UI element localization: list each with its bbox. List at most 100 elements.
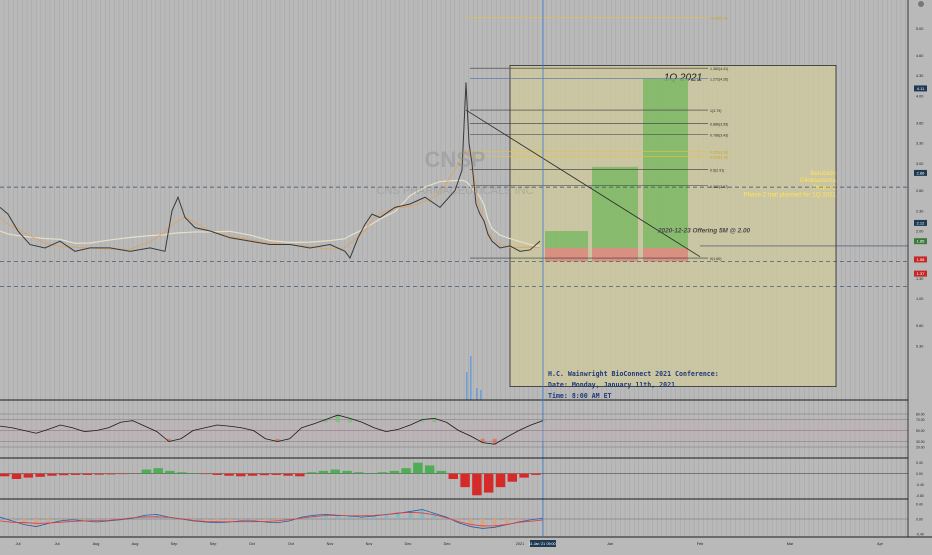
histogram-bar [425,465,434,473]
histogram-bar [71,474,80,475]
histogram-bar [496,474,505,488]
histogram-bar [59,474,68,476]
histogram-bar [153,468,162,473]
time-tick-label: Nov [366,542,373,546]
symbol-watermark: CNSP [424,147,485,172]
histogram-tick-label: 0.40 [916,461,923,465]
time-tick-label: Aug [132,542,139,546]
histogram-bar [94,474,103,475]
price-tag-label: 1.85 [917,239,926,244]
drug-annotation-line: Phase 2 trial planned for 1Q 2021 [743,192,836,199]
macd-tick-label: 0.40 [916,502,923,506]
histogram-bar [142,470,151,474]
histogram-bar [260,474,269,476]
stop-zone [643,248,688,262]
rsi-tick-label: 70.00 [916,418,925,422]
price-tick-label: 1.00 [916,297,923,301]
price-tick-label: 2.30 [916,209,923,213]
rsi-tick-label: 50.00 [916,429,925,433]
histogram-bar [83,474,92,475]
macd-tick-label: 0.00 [916,518,923,522]
price-tick-label: 0.60 [916,324,923,328]
histogram-bar [378,472,387,473]
rsi-tick-label: 30.00 [916,440,925,444]
fib-level-label: 0.382(2.67) [710,185,728,189]
histogram-bar [106,474,115,475]
time-tick-label: Jan [607,542,613,546]
price-tag-label: 1.37 [917,271,926,276]
macd-tick-label: -0.40 [916,533,924,537]
drug-annotation-line: Glioblastoma [800,177,837,184]
histogram-bar [224,474,233,476]
target-bar [545,231,588,248]
macd-histogram-bar [469,519,473,527]
price-tick-label: 3.00 [916,162,923,166]
fib-level-label: 0.652(3.18) [710,150,728,154]
price-tag-label: 1.58 [917,257,926,262]
histogram-tick-label: 0.00 [916,472,923,476]
histogram-bar [413,463,422,474]
drug-annotation-line: Berubicin [810,170,836,177]
histogram-bar [118,474,127,475]
fib-level-label: 1.272(4.26) [710,77,728,81]
fib-level-label: 0.618(3.10) [710,156,728,160]
target-bar [643,79,688,248]
macd-histogram-bar [324,514,328,519]
histogram-bar [0,474,9,477]
price-chart[interactable]: 1Q 20212.618(5.16)1.382(4.41)1.272(4.26)… [0,0,932,550]
price-tag-label: 2.86 [917,170,926,175]
price-tick-label: 2.00 [916,230,923,234]
histogram-bar [390,471,399,474]
price-tick-label: 4.60 [916,54,923,58]
time-tick-label: Nov [327,542,334,546]
histogram-bar [437,471,446,474]
time-tick-label: Aug [93,542,100,546]
time-tick-label: Dec [444,542,451,546]
price-tick-label: 5.00 [916,27,923,31]
price-tag-label: 4.11 [917,86,925,91]
histogram-bar [248,474,257,476]
time-tick-label: Jul [16,542,21,546]
histogram-bar [24,474,33,478]
histogram-bar [283,474,292,476]
fib-level-label: 2.618(5.16) [710,16,728,20]
macd-histogram-bar [420,510,424,519]
cursor-time-label: 09:00 [547,542,556,546]
histogram-bar [189,473,198,474]
histogram-bar [366,473,375,474]
company-watermark: CNS PHARMACEUTICALS INC [376,185,533,197]
histogram-bar [460,474,469,488]
histogram-tick-label: -0.80 [916,494,924,498]
time-tick-label: Mar [787,542,794,546]
time-tick-label: Oct [288,542,295,546]
fib-level-label: 0(1.60) [710,257,721,261]
macd-histogram-bar [481,519,485,528]
macd-histogram-bar [215,519,219,523]
histogram-bar [401,468,410,473]
cursor-date-label: 11 Jan '21 [529,542,545,546]
time-tick-label: Sep [171,542,178,546]
macd-histogram-bar [396,513,400,519]
price-tick-label: 3.30 [916,142,923,146]
volume-bar [476,388,478,400]
histogram-bar [307,472,316,473]
price-tick-label: 1.30 [916,277,923,281]
histogram-bar [177,472,186,473]
conference-annotation-line: H.C. Wainwright BioConnect 2021 Conferen… [548,370,719,378]
price-tick-label: 0.30 [916,344,923,348]
histogram-bar [165,471,174,474]
price-tick-label: 2.60 [916,189,923,193]
volume-bar [480,390,482,400]
macd-histogram-bar [384,514,388,519]
histogram-bar [331,470,340,474]
histogram-bar [12,474,21,479]
histogram-bar [449,474,458,479]
fib-level-label: 1.382(4.41) [710,67,728,71]
histogram-bar [342,471,351,474]
histogram-bar [484,474,493,493]
rsi-tick-label: 80.00 [916,413,925,417]
time-tick-label: Feb [697,542,704,546]
conference-annotation-line: Date: Monday, January 11th, 2021 [548,381,675,389]
stop-zone [545,248,588,262]
histogram-bar [201,474,210,475]
